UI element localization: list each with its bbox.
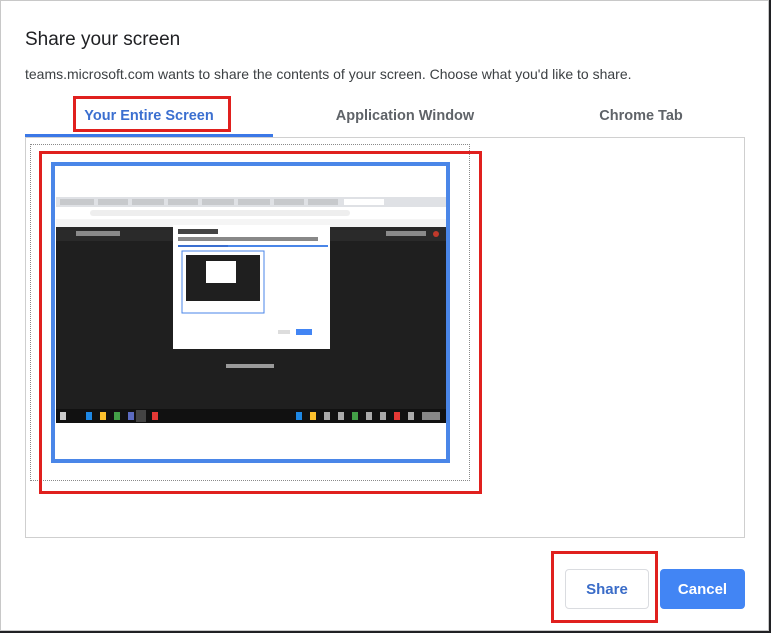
tab-bar: Your Entire Screen Application Window Ch… bbox=[25, 97, 745, 137]
dialog-title: Share your screen bbox=[25, 29, 181, 50]
cancel-button[interactable]: Cancel bbox=[660, 569, 745, 609]
tab-chrome-tab[interactable]: Chrome Tab bbox=[537, 97, 745, 135]
share-screen-dialog: Share your screen teams.microsoft.com wa… bbox=[0, 0, 769, 631]
share-button[interactable]: Share bbox=[565, 569, 649, 609]
screen-thumbnail-image bbox=[56, 197, 446, 423]
tab-entire-screen[interactable]: Your Entire Screen bbox=[25, 97, 273, 137]
dialog-subtitle: teams.microsoft.com wants to share the c… bbox=[25, 66, 632, 82]
screen-thumbnail-graphic bbox=[56, 197, 446, 423]
tab-application-window[interactable]: Application Window bbox=[273, 97, 537, 135]
